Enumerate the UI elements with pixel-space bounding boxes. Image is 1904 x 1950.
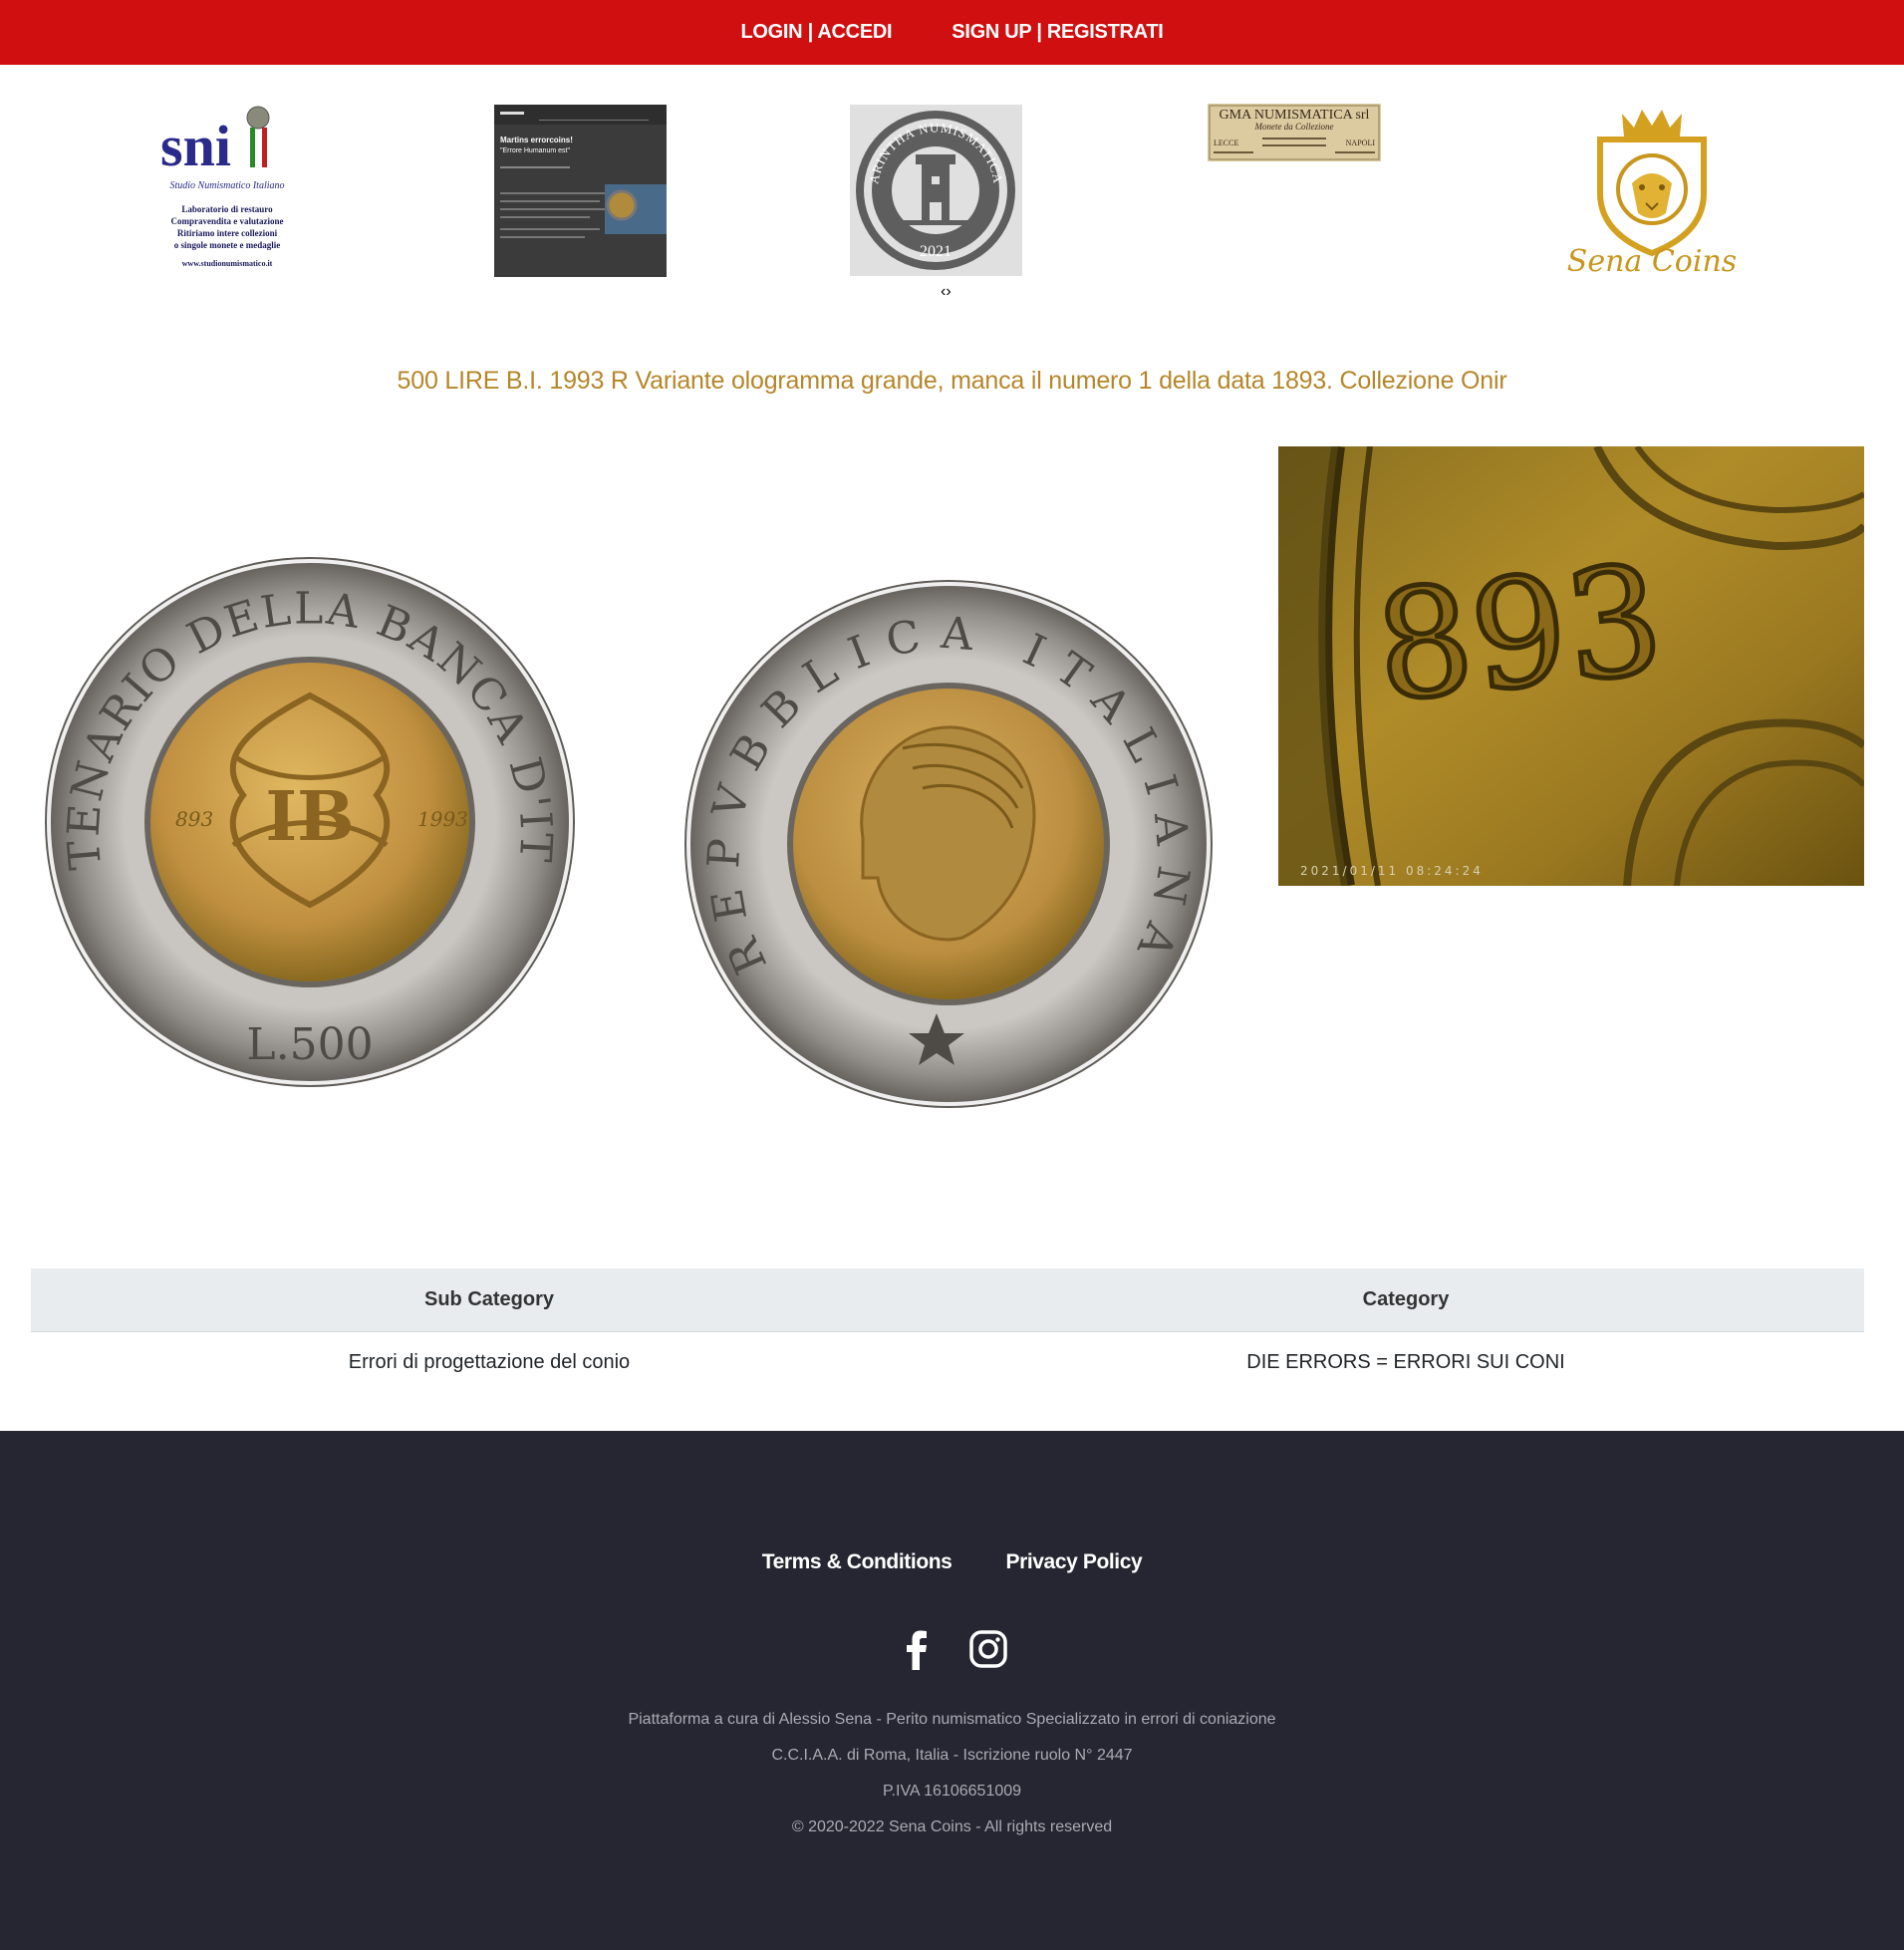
table-header-row: Sub Category Category: [31, 1268, 1864, 1332]
category-table: Sub Category Category Errori di progetta…: [31, 1268, 1864, 1393]
sena-coins-logo: Sena Coins: [1567, 110, 1737, 279]
category-header: Category: [948, 1268, 1864, 1332]
social-links: [0, 1628, 1904, 1670]
obverse-date-right: 1993: [417, 807, 468, 831]
subcategory-value: Errori di progettazione del conio: [348, 1350, 631, 1373]
gma-city-right: NAPOLI: [1346, 139, 1376, 147]
sni-brand: sni: [160, 114, 231, 178]
footer-copyright: © 2020-2022 Sena Coins - All rights rese…: [791, 1818, 1113, 1835]
arintha-logo: ARINTHA NUMISMATICA 2021: [850, 105, 1022, 276]
sena-coins-wordmark: Sena Coins: [1567, 244, 1737, 277]
sni-line-4: o singole monete e medaglie: [174, 240, 280, 250]
sponsor-martins[interactable]: Martins errorcoins! "Errore Humanum est": [494, 105, 667, 277]
coin-reverse-image[interactable]: REPVBBLICA ITALIANA: [683, 579, 1214, 1109]
sni-line-3: Ritiriamo intere collezioni: [177, 228, 278, 238]
facebook-icon[interactable]: [896, 1628, 938, 1670]
instagram-icon[interactable]: [967, 1628, 1009, 1670]
login-link[interactable]: LOGIN | ACCEDI: [741, 21, 893, 44]
footer: Terms & Conditions Privacy Policy Piatta…: [0, 1431, 1904, 1950]
svg-text:IB: IB: [265, 777, 354, 857]
closeup-digits: 893: [1369, 533, 1671, 735]
obverse-date-left: 893: [175, 807, 213, 831]
gma-tagline: Monete da Collezione: [1254, 122, 1334, 132]
table-row: Errori di progettazione del conio DIE ER…: [31, 1331, 1864, 1393]
closeup-timestamp: 2021/01/11 08:24:24: [1300, 864, 1484, 878]
sponsor-sni[interactable]: sni Studio Numismatico Italiano Laborato…: [150, 104, 305, 275]
sni-name: Studio Numismatico Italiano: [170, 180, 285, 191]
arintha-year: 2021: [920, 243, 952, 260]
category-value: DIE ERRORS = ERRORI SUI CONI: [1246, 1350, 1565, 1373]
coin-closeup-photo[interactable]: 893 2021/01/11 08:24:24: [1278, 446, 1864, 886]
footer-links: Terms & Conditions Privacy Policy: [0, 1550, 1904, 1574]
obverse-value: L.500: [246, 1019, 373, 1070]
top-navigation-bar: LOGIN | ACCEDI SIGN UP | REGISTRATI: [0, 0, 1904, 65]
footer-line-1: Piattaforma a cura di Alessio Sena - Per…: [628, 1711, 1276, 1728]
sni-line-1: Laboratorio di restauro: [181, 204, 273, 214]
gma-city-left: LECCE: [1214, 139, 1238, 147]
sponsor-gma[interactable]: GMA NUMISMATICA srl Monete da Collezione…: [1208, 104, 1381, 161]
carousel-arrows[interactable]: ‹›: [941, 283, 952, 301]
martins-thumbnail: Martins errorcoins! "Errore Humanum est": [494, 105, 667, 277]
martins-title: Martins errorcoins!: [500, 136, 573, 144]
signup-link[interactable]: SIGN UP | REGISTRATI: [952, 21, 1164, 44]
subcategory-header: Sub Category: [31, 1268, 948, 1332]
sponsor-sena-coins[interactable]: Sena Coins: [1562, 104, 1742, 279]
sni-logo: sni Studio Numismatico Italiano Laborato…: [150, 104, 305, 275]
gma-name: GMA NUMISMATICA srl: [1220, 108, 1370, 123]
coin-title: 500 LIRE B.I. 1993 R Variante ologramma …: [397, 367, 1507, 395]
footer-line-2: C.C.I.A.A. di Roma, Italia - Iscrizione …: [771, 1747, 1133, 1764]
footer-line-3: P.IVA 16106651009: [882, 1783, 1022, 1800]
privacy-link[interactable]: Privacy Policy: [1005, 1550, 1142, 1574]
sponsor-arintha[interactable]: ARINTHA NUMISMATICA 2021: [850, 105, 1022, 276]
martins-subtitle: "Errore Humanum est": [500, 147, 570, 154]
sni-url: www.studionumismatico.it: [182, 259, 273, 268]
terms-link[interactable]: Terms & Conditions: [762, 1550, 952, 1574]
sni-line-2: Compravendita e valutazione: [171, 216, 284, 226]
coin-obverse-image[interactable]: CENTENARIO DELLA BANCA D'ITALIA L.500 89…: [24, 516, 576, 1088]
gma-logo: GMA NUMISMATICA srl Monete da Collezione…: [1208, 104, 1381, 161]
